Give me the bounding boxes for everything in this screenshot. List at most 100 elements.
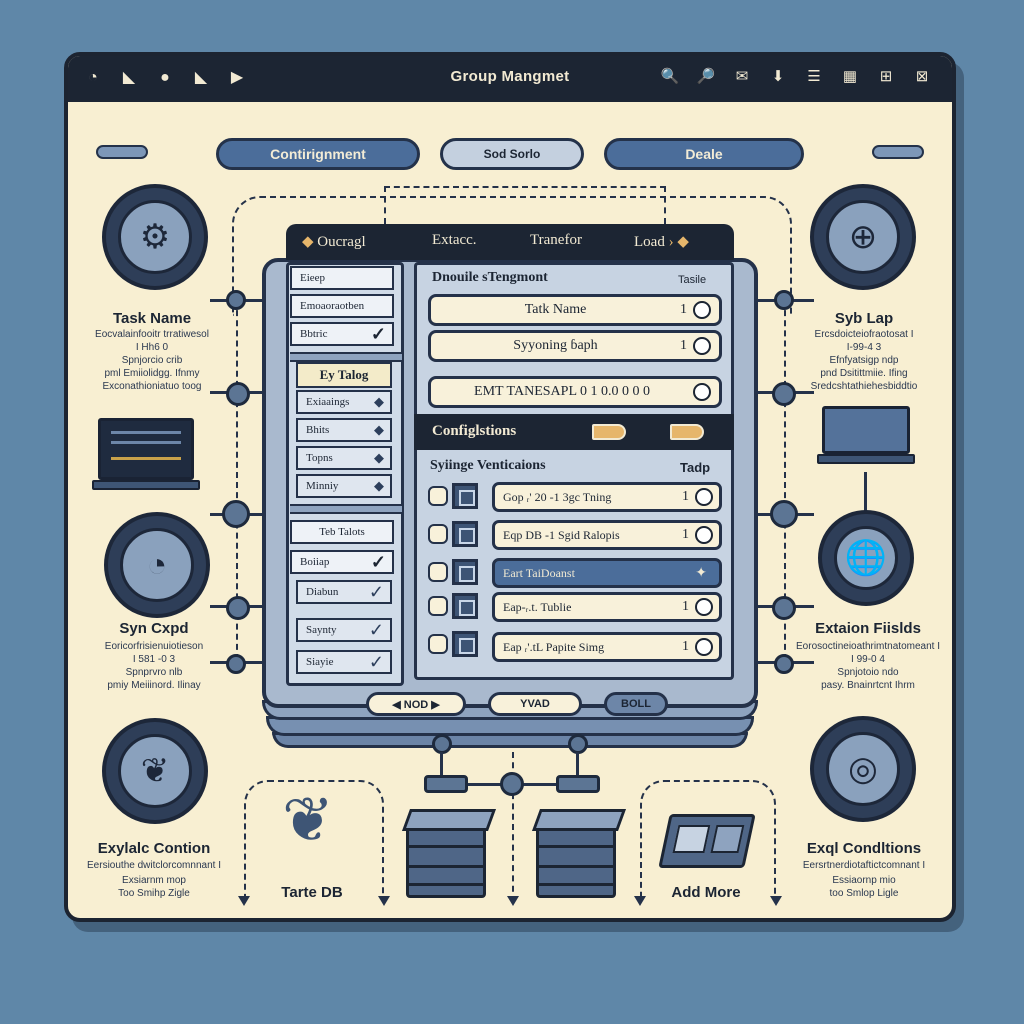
valve-icon[interactable] (424, 775, 468, 793)
yvad-button[interactable]: YVAD (488, 692, 582, 716)
leaf-icon[interactable]: ❦ (102, 718, 208, 824)
globe-icon[interactable]: 🌐 (818, 510, 914, 606)
sync-lap-line: I-99-4 3 (846, 342, 882, 353)
settings-row[interactable]: Gop ᵣ' 20 -1 3gc Tning 1 (492, 482, 722, 512)
valve-icon[interactable] (556, 775, 600, 793)
tab-extract[interactable]: Extacc. (432, 232, 477, 249)
connector-node[interactable] (772, 596, 796, 620)
plus-icon[interactable]: ✦ (695, 565, 707, 582)
nav-subitem[interactable]: Siayie ✓ (296, 650, 392, 674)
nav-subitem[interactable]: Diabun ✓ (296, 580, 392, 604)
sync-expand-line: pmiy Meiiinord. Ilinay (107, 680, 201, 691)
connector-node[interactable] (568, 734, 588, 754)
settings-section-title: Syiinge Venticaions (430, 458, 546, 473)
pie-chart-icon[interactable]: ◔ (104, 512, 210, 618)
containment-button[interactable]: Contirignment (216, 138, 420, 170)
explicit-condition-line: Too Smihp Zigle (118, 888, 190, 899)
row-radio[interactable] (428, 524, 448, 544)
zoom-icon[interactable]: 🔎 (694, 67, 718, 87)
boll-button[interactable]: BOLL (604, 692, 668, 716)
tab-overview[interactable]: ◆ Oucragl (302, 232, 366, 251)
warning-node-icon[interactable] (770, 500, 798, 528)
extension-fields-line: I 99-0 4 (851, 654, 885, 665)
check-icon: ✓ (368, 619, 384, 640)
database-box-icon[interactable] (536, 822, 616, 898)
nav-group-title: Ey Talog (296, 362, 392, 388)
task-name-line: I Hh6 0 (135, 342, 169, 353)
extension-fields-title: Extaion Fiislds (815, 620, 921, 637)
nav-subitem[interactable]: Bhits ◆ (296, 418, 392, 442)
mail-icon[interactable]: ✉ (730, 67, 754, 87)
radio-icon[interactable] (695, 526, 713, 544)
window-icon (452, 593, 478, 619)
diamond-icon: ◆ (374, 478, 384, 493)
list-icon[interactable]: ☰ (802, 67, 826, 87)
settings-row[interactable]: Eap ᵣ'.tL Papite Simg 1 (492, 632, 722, 662)
syncing-graph-field[interactable]: Syyoning ɓaph 1 (428, 330, 722, 362)
warning-node-icon[interactable] (222, 500, 250, 528)
nav-subitem[interactable]: Saynty ✓ (296, 618, 392, 642)
nav-subitem[interactable]: Minniy ◆ (296, 474, 392, 498)
row-radio[interactable] (428, 634, 448, 654)
settings-row-selected[interactable]: Eart TaiDoanst ✦ (492, 558, 722, 588)
nav-item[interactable]: Boiiap ✓ (290, 550, 394, 574)
task-name-title: Task Name (112, 310, 192, 327)
settings-row[interactable]: Eqp DB -1 Sgid Ralopis 1 (492, 520, 722, 550)
radio-icon[interactable] (695, 488, 713, 506)
nav-divider (290, 504, 402, 514)
check-icon: ✓ (368, 651, 384, 672)
download-icon[interactable]: ⬇ (766, 67, 790, 87)
nav-item[interactable]: Emoaoraotben (290, 294, 394, 318)
target-db-label: Tarte DB (281, 884, 343, 901)
radio-icon[interactable] (695, 638, 713, 656)
nod-button[interactable]: ◀ NOD ▶ (366, 692, 466, 716)
sync-lap-title: Syb Lap (834, 310, 894, 327)
search-icon[interactable]: 🔍 (658, 67, 682, 87)
sort-button[interactable]: Sod Sorlo (440, 138, 584, 170)
settings-gear-icon[interactable]: ⊕ (810, 184, 916, 290)
gear-wheel-icon[interactable]: ◎ (810, 716, 916, 822)
task-name-field[interactable]: Tatk Name 1 (428, 294, 722, 326)
connector-node[interactable] (432, 734, 452, 754)
expand-icon[interactable]: ⊞ (874, 67, 898, 87)
database-box-icon[interactable] (406, 822, 486, 898)
settings-row[interactable]: Eap-ᵣ.t. Tublie 1 (492, 592, 722, 622)
grid-icon[interactable]: ▦ (838, 67, 862, 87)
nav-item[interactable]: Bbtric ✓ (290, 322, 394, 346)
close-icon[interactable]: ⊠ (910, 67, 934, 87)
nav-subitem[interactable]: Topns ◆ (296, 446, 392, 470)
nav-item[interactable]: Eieep (290, 266, 394, 290)
delete-button[interactable]: Deale (604, 138, 804, 170)
radio-icon[interactable] (693, 383, 711, 401)
extension-fields-line: Eorosoctineioathrimtnatomeant I (796, 641, 940, 652)
nav-subitem[interactable]: Exiaaings ◆ (296, 390, 392, 414)
stacked-cards-icon[interactable] (658, 814, 756, 868)
row-radio[interactable] (428, 562, 448, 582)
row-radio[interactable] (428, 596, 448, 616)
window-icon (452, 631, 478, 657)
row-radio[interactable] (428, 486, 448, 506)
radio-icon[interactable] (693, 337, 711, 355)
radio-icon[interactable] (693, 301, 711, 319)
extension-fields-line: Spnjotoio ndo (837, 667, 899, 678)
ent-transfer-field[interactable]: EMT TANESAPL 0 1 0.0 0 0 0 (428, 376, 722, 408)
add-more-label: Add More (671, 884, 741, 901)
sync-lap-line: pnd Dsitittmiie. Ifing (820, 368, 908, 379)
configurations-bar: Configlstions (414, 414, 734, 450)
connector-node[interactable] (226, 596, 250, 620)
nav-divider (290, 352, 402, 362)
sync-expand-line: Spnprvro nlb (125, 667, 183, 678)
window-icon (452, 559, 478, 585)
connector-node[interactable] (774, 290, 794, 310)
window-icon (452, 483, 478, 509)
gear-icon[interactable]: ⚙ (102, 184, 208, 290)
tab-load[interactable]: Load › ◆ (634, 232, 689, 251)
tag-icon[interactable] (670, 424, 704, 440)
plant-icon: ❦ (282, 786, 334, 855)
task-name-line: Eocvalainfooitr trratiwesol (95, 329, 209, 340)
tag-icon[interactable] (592, 424, 626, 440)
radio-icon[interactable] (695, 598, 713, 616)
connector-node[interactable] (226, 290, 246, 310)
connector-node[interactable] (500, 772, 524, 796)
tab-transform[interactable]: Tranefor (530, 232, 582, 249)
